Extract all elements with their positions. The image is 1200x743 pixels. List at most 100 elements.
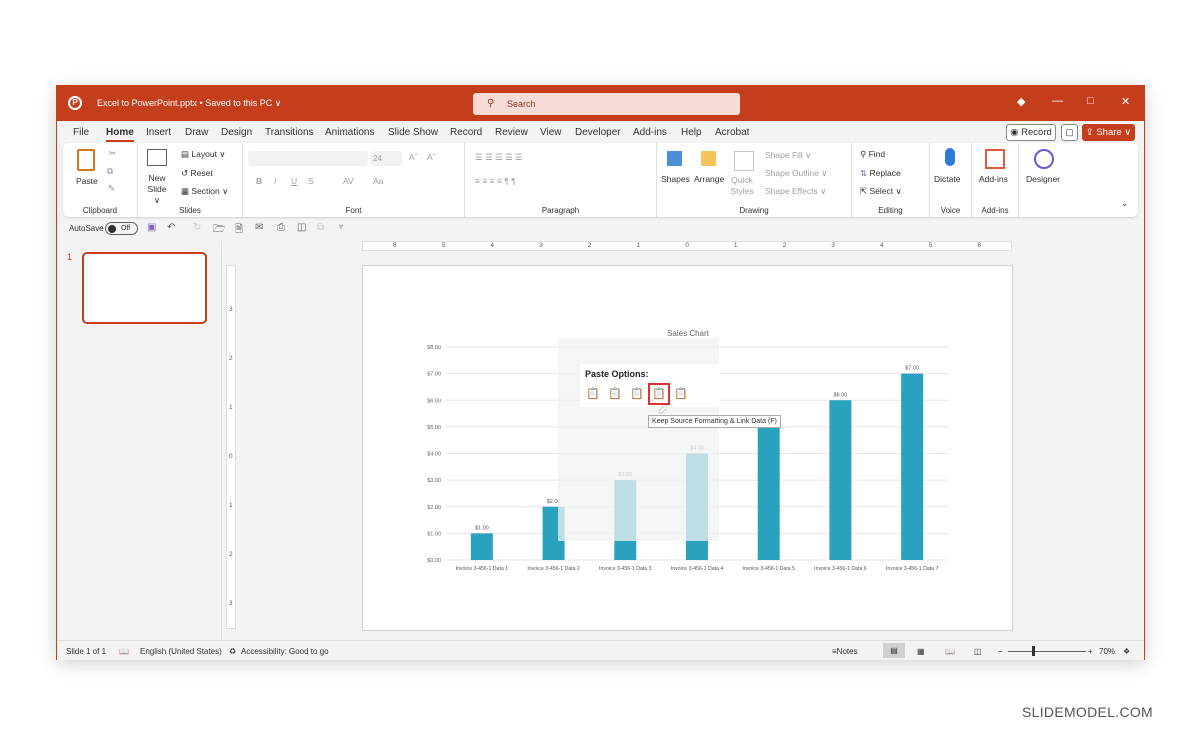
change-case-button[interactable]: Aa xyxy=(373,176,383,186)
quick-styles-button[interactable]: Quick Styles xyxy=(727,175,757,197)
designer-icon[interactable] xyxy=(1034,149,1054,169)
tab-home[interactable]: Home xyxy=(106,127,134,142)
paste-icon[interactable] xyxy=(77,149,95,171)
tab-animations[interactable]: Animations xyxy=(325,127,374,138)
accessibility-status[interactable]: Accessibility: Good to go xyxy=(241,647,329,656)
shapes-icon[interactable] xyxy=(667,151,682,166)
language-status[interactable]: English (United States) xyxy=(140,647,222,656)
format-painter-icon[interactable]: ✎ xyxy=(108,183,115,194)
tab-developer[interactable]: Developer xyxy=(575,127,621,138)
quick-styles-icon[interactable] xyxy=(734,151,754,171)
paste-use-destination-link-icon[interactable]: 📋 xyxy=(629,386,645,402)
tab-design[interactable]: Design xyxy=(221,127,252,138)
paste-keep-source-link-icon[interactable]: 📋 xyxy=(648,383,670,405)
copy-slide-icon[interactable]: ⧉ xyxy=(317,222,324,233)
bullets-icon[interactable]: ☰ ☰ ☰ ☰ ☰ xyxy=(475,152,523,163)
premium-diamond-icon[interactable]: ◆ xyxy=(1017,95,1025,108)
zoom-level[interactable]: 70% xyxy=(1099,647,1115,656)
paste-use-destination-theme-icon[interactable]: 📋 xyxy=(585,386,601,402)
slide-sorter-button[interactable]: ▦ xyxy=(917,647,925,656)
shape-fill-button[interactable]: Shape Fill ∨ xyxy=(765,150,811,161)
character-spacing-button[interactable]: AV xyxy=(343,176,354,186)
replace-button[interactable]: ⇅ Replace xyxy=(860,168,901,179)
bold-button[interactable]: B xyxy=(256,176,262,186)
normal-view-button[interactable]: ▤ xyxy=(883,643,905,658)
new-file-icon[interactable]: 🗎 xyxy=(235,222,243,239)
arrange-button[interactable]: Arrange xyxy=(694,174,724,184)
paste-picture-icon[interactable]: 📋 xyxy=(673,386,689,402)
tab-draw[interactable]: Draw xyxy=(185,127,208,138)
microphone-icon[interactable] xyxy=(945,148,955,166)
zoom-slider-track[interactable] xyxy=(1008,651,1086,652)
x-tick-label: Invoice 3-456-1 Data 7 xyxy=(886,566,939,572)
grow-font-button[interactable]: Aˆ xyxy=(409,152,418,162)
shape-outline-button[interactable]: Shape Outline ∨ xyxy=(765,168,827,179)
shape-effects-button[interactable]: Shape Effects ∨ xyxy=(765,186,826,197)
tab-add-ins[interactable]: Add-ins xyxy=(633,127,667,138)
tab-insert[interactable]: Insert xyxy=(146,127,171,138)
cut-icon[interactable]: ✂ xyxy=(109,148,116,159)
tab-acrobat[interactable]: Acrobat xyxy=(715,127,749,138)
open-icon[interactable]: 🗁 xyxy=(213,222,225,239)
collapse-ribbon-icon[interactable]: ⌄ xyxy=(1121,198,1128,209)
print-icon[interactable]: ⎙ xyxy=(277,222,285,233)
layout-button[interactable]: ▤ Layout ∨ xyxy=(181,149,226,160)
strikethrough-button[interactable]: S xyxy=(308,176,314,186)
record-button[interactable]: ◉ Record xyxy=(1006,124,1056,141)
shrink-font-button[interactable]: Aˇ xyxy=(427,152,436,162)
font-name-select[interactable] xyxy=(248,151,368,166)
maximize-button[interactable]: □ xyxy=(1087,95,1094,107)
tab-review[interactable]: Review xyxy=(495,127,528,138)
autosave-toggle[interactable]: Off xyxy=(105,222,138,235)
dictate-button[interactable]: Dictate xyxy=(934,174,960,184)
tab-help[interactable]: Help xyxy=(681,127,702,138)
zoom-out-button[interactable]: − xyxy=(998,647,1003,656)
zoom-slider-thumb[interactable] xyxy=(1032,646,1035,656)
underline-button[interactable]: U xyxy=(291,176,297,186)
document-title[interactable]: Excel to PowerPoint.pptx • Saved to this… xyxy=(97,98,281,109)
notes-button[interactable]: ≡Notes xyxy=(832,647,858,656)
minimize-button[interactable]: — xyxy=(1052,95,1063,107)
reading-view-button[interactable]: 📖 xyxy=(945,647,955,656)
align-icons[interactable]: ≡ ≡ ≡ ≡ ¶ ¶ xyxy=(475,176,516,186)
save-icon[interactable]: ▣ xyxy=(147,222,156,233)
select-button[interactable]: ⇱ Select ∨ xyxy=(860,186,902,197)
tab-file[interactable]: File xyxy=(73,127,89,138)
tab-transitions[interactable]: Transitions xyxy=(265,127,314,138)
section-button[interactable]: ▦ Section ∨ xyxy=(181,186,228,197)
slide-canvas[interactable]: Sales Chart $0.00 $1.00 $2.00 $3.00 $4.00 $5.… xyxy=(362,265,1013,631)
tab-record[interactable]: Record xyxy=(450,127,482,138)
email-icon[interactable]: ✉ xyxy=(255,222,263,233)
close-button[interactable]: ✕ xyxy=(1121,95,1130,108)
paste-button[interactable]: Paste xyxy=(76,176,98,186)
fit-to-window-icon[interactable]: ❖ xyxy=(1123,647,1130,656)
font-size-select[interactable]: 24 xyxy=(370,151,402,166)
redo-icon[interactable]: ↻ xyxy=(193,222,201,233)
new-slide-button[interactable]: New Slide ∨ xyxy=(144,173,170,206)
tab-view[interactable]: View xyxy=(540,127,562,138)
italic-button[interactable]: I xyxy=(274,176,276,186)
add-ins-button[interactable]: Add-ins xyxy=(979,174,1008,184)
add-ins-icon[interactable] xyxy=(985,149,1005,169)
shapes-button[interactable]: Shapes xyxy=(661,174,690,184)
share-button[interactable]: ⇪ Share ∨ xyxy=(1082,124,1135,141)
slide-show-button[interactable]: ◫ xyxy=(974,647,982,656)
reset-button[interactable]: ↺ Reset xyxy=(181,168,213,179)
new-slide-icon[interactable] xyxy=(147,149,167,166)
arrange-icon[interactable] xyxy=(701,151,716,166)
designer-button[interactable]: Designer xyxy=(1026,174,1060,184)
undo-icon[interactable]: ↶ xyxy=(167,222,175,233)
spell-check-icon[interactable]: 📖 xyxy=(119,647,129,656)
customize-toolbar-icon[interactable]: ▿ xyxy=(339,222,343,231)
slide-thumbnail[interactable] xyxy=(82,252,207,324)
search-box[interactable]: ⚲ Search xyxy=(473,93,740,115)
find-button[interactable]: ⚲ Find xyxy=(860,149,885,160)
comments-button[interactable]: ▢ xyxy=(1061,124,1078,141)
copy-icon[interactable]: ⧉ xyxy=(107,166,113,177)
present-icon[interactable]: ◫ xyxy=(297,222,306,233)
zoom-in-button[interactable]: + xyxy=(1088,647,1093,656)
ruler-tick-label: 3 xyxy=(229,600,233,607)
tab-slide-show[interactable]: Slide Show xyxy=(388,127,438,138)
accessibility-icon[interactable]: ♻ xyxy=(229,647,236,656)
paste-keep-source-formatting-icon[interactable]: 📋 xyxy=(607,386,623,402)
